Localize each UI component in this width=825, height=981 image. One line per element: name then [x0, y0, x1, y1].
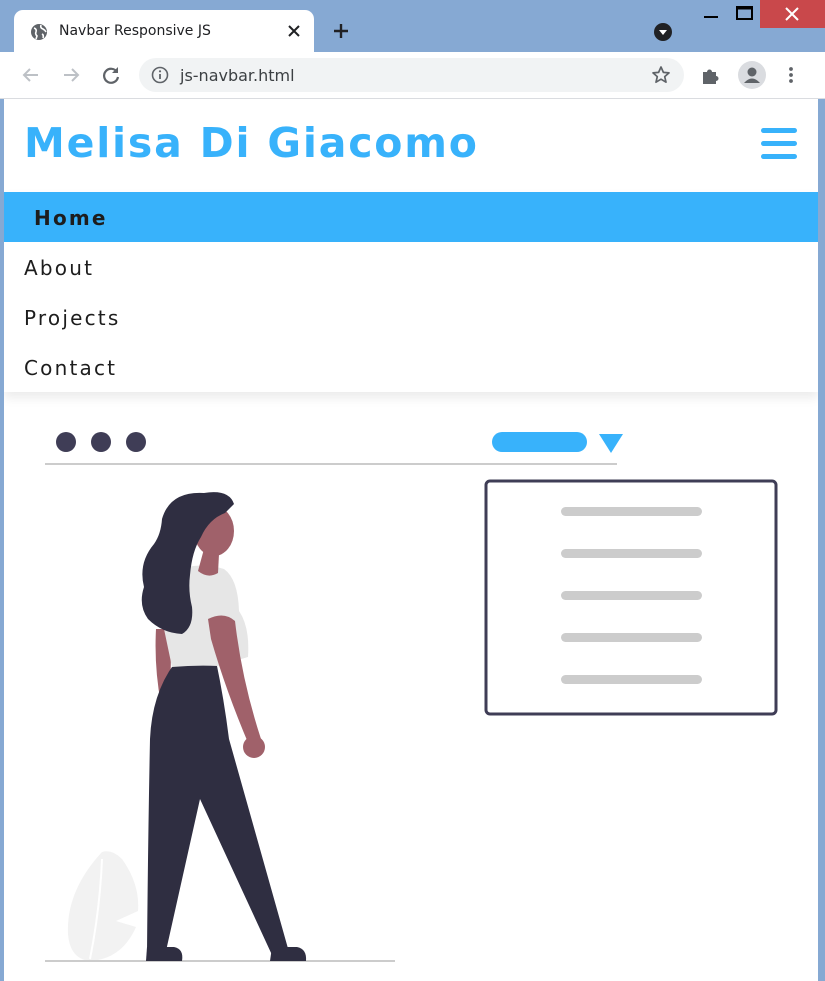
browser-title-bar: Navbar Responsive JS — [0, 0, 825, 52]
forward-icon[interactable] — [60, 64, 82, 86]
nav-item-about[interactable]: About — [4, 242, 818, 292]
nav-item-contact[interactable]: Contact — [4, 342, 818, 392]
extensions-icon[interactable] — [700, 64, 722, 86]
mockup-dot — [56, 432, 76, 452]
plus-icon[interactable] — [330, 20, 352, 42]
more-icon[interactable] — [780, 64, 802, 86]
nav-menu: Home About Projects Contact — [4, 192, 818, 392]
page-viewport: Melisa Di Giacomo Home About Projects Co… — [4, 99, 818, 981]
window-close-icon[interactable] — [760, 0, 825, 28]
card-line — [561, 675, 702, 684]
site-brand[interactable]: Melisa Di Giacomo — [24, 119, 479, 167]
maximize-icon[interactable] — [731, 0, 759, 28]
mockup-dot — [126, 432, 146, 452]
reload-icon[interactable] — [100, 64, 122, 86]
nav-link-home[interactable]: Home — [34, 206, 108, 230]
tab-title: Navbar Responsive JS — [59, 23, 211, 39]
card-line — [561, 507, 702, 516]
leaf-decoration — [67, 851, 139, 961]
minimize-icon[interactable] — [697, 0, 725, 28]
nav-link-about[interactable]: About — [24, 256, 94, 280]
window-frame-right — [818, 99, 825, 981]
card-line — [561, 591, 702, 600]
browser-tab[interactable]: Navbar Responsive JS — [14, 10, 314, 52]
card-line — [561, 633, 702, 642]
info-icon[interactable] — [151, 66, 169, 84]
account-icon[interactable] — [738, 61, 766, 89]
address-bar[interactable]: js-navbar.html — [139, 58, 684, 92]
url-text[interactable]: js-navbar.html — [180, 66, 295, 85]
mockup-dot — [91, 432, 111, 452]
star-icon[interactable] — [651, 65, 671, 85]
nav-item-home[interactable]: Home — [4, 192, 818, 242]
browser-toolbar: js-navbar.html — [0, 52, 825, 99]
profile-download-icon[interactable] — [654, 23, 672, 41]
nav-link-contact[interactable]: Contact — [24, 356, 117, 380]
mockup-pill — [492, 432, 587, 452]
globe-icon — [31, 24, 47, 40]
back-icon[interactable] — [20, 64, 42, 86]
nav-item-projects[interactable]: Projects — [4, 292, 818, 342]
mockup-triangle — [599, 434, 623, 453]
woman-figure — [141, 492, 307, 961]
close-icon[interactable] — [284, 21, 304, 41]
hamburger-icon[interactable] — [761, 128, 797, 160]
nav-link-projects[interactable]: Projects — [24, 306, 120, 330]
card-line — [561, 549, 702, 558]
